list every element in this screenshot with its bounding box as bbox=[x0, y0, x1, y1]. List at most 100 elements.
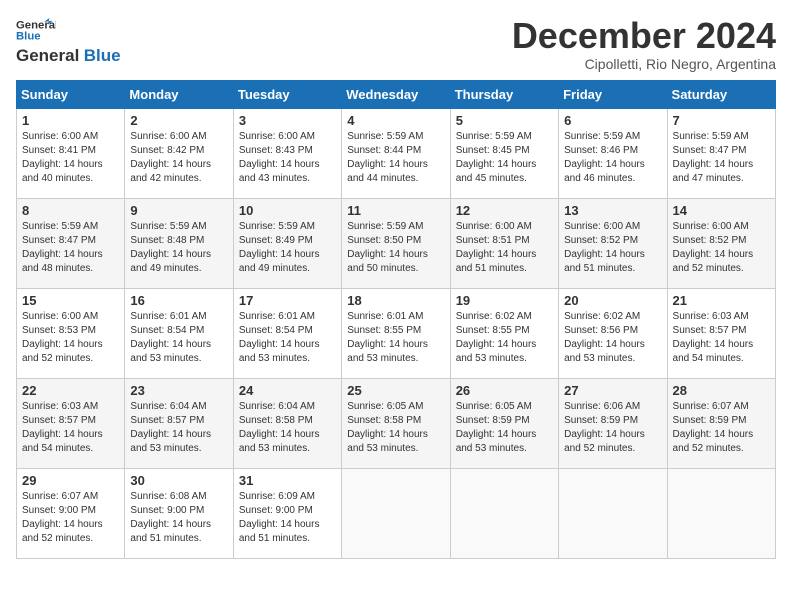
day-info: Sunrise: 6:00 AM Sunset: 8:43 PM Dayligh… bbox=[239, 130, 336, 186]
day-info: Sunrise: 5:59 AM Sunset: 8:45 PM Dayligh… bbox=[456, 130, 553, 186]
logo-icon: General Blue bbox=[16, 16, 56, 44]
weekday-header-wednesday: Wednesday bbox=[342, 80, 450, 108]
day-info: Sunrise: 6:00 AM Sunset: 8:52 PM Dayligh… bbox=[564, 220, 661, 276]
day-info: Sunrise: 6:09 AM Sunset: 9:00 PM Dayligh… bbox=[239, 490, 336, 546]
day-number: 2 bbox=[130, 113, 227, 128]
calendar-cell: 22 Sunrise: 6:03 AM Sunset: 8:57 PM Dayli… bbox=[17, 378, 125, 468]
calendar-cell: 6 Sunrise: 5:59 AM Sunset: 8:46 PM Daylig… bbox=[559, 108, 667, 198]
calendar-cell: 28 Sunrise: 6:07 AM Sunset: 8:59 PM Dayli… bbox=[667, 378, 775, 468]
weekday-header-sunday: Sunday bbox=[17, 80, 125, 108]
calendar-cell: 2 Sunrise: 6:00 AM Sunset: 8:42 PM Daylig… bbox=[125, 108, 233, 198]
day-info: Sunrise: 5:59 AM Sunset: 8:44 PM Dayligh… bbox=[347, 130, 444, 186]
calendar-table: SundayMondayTuesdayWednesdayThursdayFrid… bbox=[16, 80, 776, 559]
day-info: Sunrise: 6:01 AM Sunset: 8:54 PM Dayligh… bbox=[239, 310, 336, 366]
day-info: Sunrise: 6:01 AM Sunset: 8:54 PM Dayligh… bbox=[130, 310, 227, 366]
calendar-cell: 9 Sunrise: 5:59 AM Sunset: 8:48 PM Daylig… bbox=[125, 198, 233, 288]
day-info: Sunrise: 6:00 AM Sunset: 8:51 PM Dayligh… bbox=[456, 220, 553, 276]
day-number: 22 bbox=[22, 383, 119, 398]
day-info: Sunrise: 6:07 AM Sunset: 8:59 PM Dayligh… bbox=[673, 400, 770, 456]
calendar-cell: 31Sunrise: 6:09 AM Sunset: 9:00 PM Dayli… bbox=[233, 468, 341, 558]
day-number: 30 bbox=[130, 473, 227, 488]
day-number: 26 bbox=[456, 383, 553, 398]
day-info: Sunrise: 6:01 AM Sunset: 8:55 PM Dayligh… bbox=[347, 310, 444, 366]
weekday-header-thursday: Thursday bbox=[450, 80, 558, 108]
day-number: 4 bbox=[347, 113, 444, 128]
calendar-cell: 30 Sunrise: 6:08 AM Sunset: 9:00 PM Dayli… bbox=[125, 468, 233, 558]
day-info: Sunrise: 5:59 AM Sunset: 8:48 PM Dayligh… bbox=[130, 220, 227, 276]
calendar-cell: 3 Sunrise: 6:00 AM Sunset: 8:43 PM Daylig… bbox=[233, 108, 341, 198]
day-number: 18 bbox=[347, 293, 444, 308]
calendar-cell: 14 Sunrise: 6:00 AM Sunset: 8:52 PM Dayli… bbox=[667, 198, 775, 288]
day-info: Sunrise: 6:00 AM Sunset: 8:53 PM Dayligh… bbox=[22, 310, 119, 366]
calendar-cell: 20 Sunrise: 6:02 AM Sunset: 8:56 PM Dayli… bbox=[559, 288, 667, 378]
calendar-cell: 19Sunrise: 6:02 AM Sunset: 8:55 PM Dayli… bbox=[450, 288, 558, 378]
day-number: 1 bbox=[22, 113, 119, 128]
calendar-cell: 21Sunrise: 6:03 AM Sunset: 8:57 PM Dayli… bbox=[667, 288, 775, 378]
day-number: 29 bbox=[22, 473, 119, 488]
day-number: 20 bbox=[564, 293, 661, 308]
day-info: Sunrise: 6:04 AM Sunset: 8:58 PM Dayligh… bbox=[239, 400, 336, 456]
calendar-cell: 11 Sunrise: 5:59 AM Sunset: 8:50 PM Dayli… bbox=[342, 198, 450, 288]
calendar-cell: 26 Sunrise: 6:05 AM Sunset: 8:59 PM Dayli… bbox=[450, 378, 558, 468]
day-info: Sunrise: 6:04 AM Sunset: 8:57 PM Dayligh… bbox=[130, 400, 227, 456]
weekday-header-saturday: Saturday bbox=[667, 80, 775, 108]
day-number: 14 bbox=[673, 203, 770, 218]
day-info: Sunrise: 6:00 AM Sunset: 8:42 PM Dayligh… bbox=[130, 130, 227, 186]
calendar-cell: 15 Sunrise: 6:00 AM Sunset: 8:53 PM Dayli… bbox=[17, 288, 125, 378]
day-number: 11 bbox=[347, 203, 444, 218]
calendar-cell bbox=[342, 468, 450, 558]
day-info: Sunrise: 6:00 AM Sunset: 8:41 PM Dayligh… bbox=[22, 130, 119, 186]
day-info: Sunrise: 6:05 AM Sunset: 8:59 PM Dayligh… bbox=[456, 400, 553, 456]
calendar-cell: 4 Sunrise: 5:59 AM Sunset: 8:44 PM Daylig… bbox=[342, 108, 450, 198]
calendar-cell: 13Sunrise: 6:00 AM Sunset: 8:52 PM Dayli… bbox=[559, 198, 667, 288]
calendar-cell: 10Sunrise: 5:59 AM Sunset: 8:49 PM Dayli… bbox=[233, 198, 341, 288]
calendar-cell: 23 Sunrise: 6:04 AM Sunset: 8:57 PM Dayli… bbox=[125, 378, 233, 468]
day-number: 28 bbox=[673, 383, 770, 398]
logo: General Blue General Blue bbox=[16, 16, 121, 66]
day-number: 5 bbox=[456, 113, 553, 128]
day-number: 3 bbox=[239, 113, 336, 128]
day-info: Sunrise: 5:59 AM Sunset: 8:50 PM Dayligh… bbox=[347, 220, 444, 276]
logo-blue: Blue bbox=[84, 46, 121, 65]
day-info: Sunrise: 6:02 AM Sunset: 8:55 PM Dayligh… bbox=[456, 310, 553, 366]
day-number: 24 bbox=[239, 383, 336, 398]
weekday-header-tuesday: Tuesday bbox=[233, 80, 341, 108]
svg-text:Blue: Blue bbox=[16, 30, 41, 42]
title-block: December 2024 Cipolletti, Rio Negro, Arg… bbox=[512, 16, 776, 72]
calendar-cell: 18 Sunrise: 6:01 AM Sunset: 8:55 PM Dayli… bbox=[342, 288, 450, 378]
weekday-header-monday: Monday bbox=[125, 80, 233, 108]
day-info: Sunrise: 6:05 AM Sunset: 8:58 PM Dayligh… bbox=[347, 400, 444, 456]
day-info: Sunrise: 5:59 AM Sunset: 8:46 PM Dayligh… bbox=[564, 130, 661, 186]
location-subtitle: Cipolletti, Rio Negro, Argentina bbox=[512, 56, 776, 72]
calendar-cell bbox=[450, 468, 558, 558]
day-number: 7 bbox=[673, 113, 770, 128]
calendar-cell: 8Sunrise: 5:59 AM Sunset: 8:47 PM Daylig… bbox=[17, 198, 125, 288]
day-number: 12 bbox=[456, 203, 553, 218]
day-info: Sunrise: 6:02 AM Sunset: 8:56 PM Dayligh… bbox=[564, 310, 661, 366]
day-number: 16 bbox=[130, 293, 227, 308]
calendar-cell: 27 Sunrise: 6:06 AM Sunset: 8:59 PM Dayli… bbox=[559, 378, 667, 468]
day-number: 25 bbox=[347, 383, 444, 398]
calendar-cell bbox=[559, 468, 667, 558]
calendar-cell: 5 Sunrise: 5:59 AM Sunset: 8:45 PM Daylig… bbox=[450, 108, 558, 198]
day-number: 8 bbox=[22, 203, 119, 218]
calendar-cell: 7Sunrise: 5:59 AM Sunset: 8:47 PM Daylig… bbox=[667, 108, 775, 198]
day-number: 15 bbox=[22, 293, 119, 308]
day-info: Sunrise: 5:59 AM Sunset: 8:49 PM Dayligh… bbox=[239, 220, 336, 276]
day-number: 23 bbox=[130, 383, 227, 398]
day-info: Sunrise: 6:00 AM Sunset: 8:52 PM Dayligh… bbox=[673, 220, 770, 276]
calendar-cell: 29Sunrise: 6:07 AM Sunset: 9:00 PM Dayli… bbox=[17, 468, 125, 558]
day-number: 17 bbox=[239, 293, 336, 308]
calendar-cell: 24 Sunrise: 6:04 AM Sunset: 8:58 PM Dayli… bbox=[233, 378, 341, 468]
day-number: 21 bbox=[673, 293, 770, 308]
day-number: 6 bbox=[564, 113, 661, 128]
weekday-header-friday: Friday bbox=[559, 80, 667, 108]
calendar-cell: 25 Sunrise: 6:05 AM Sunset: 8:58 PM Dayli… bbox=[342, 378, 450, 468]
day-number: 9 bbox=[130, 203, 227, 218]
day-info: Sunrise: 6:03 AM Sunset: 8:57 PM Dayligh… bbox=[22, 400, 119, 456]
day-info: Sunrise: 6:08 AM Sunset: 9:00 PM Dayligh… bbox=[130, 490, 227, 546]
calendar-cell: 16 Sunrise: 6:01 AM Sunset: 8:54 PM Dayli… bbox=[125, 288, 233, 378]
day-number: 27 bbox=[564, 383, 661, 398]
month-title: December 2024 bbox=[512, 16, 776, 56]
day-info: Sunrise: 6:06 AM Sunset: 8:59 PM Dayligh… bbox=[564, 400, 661, 456]
